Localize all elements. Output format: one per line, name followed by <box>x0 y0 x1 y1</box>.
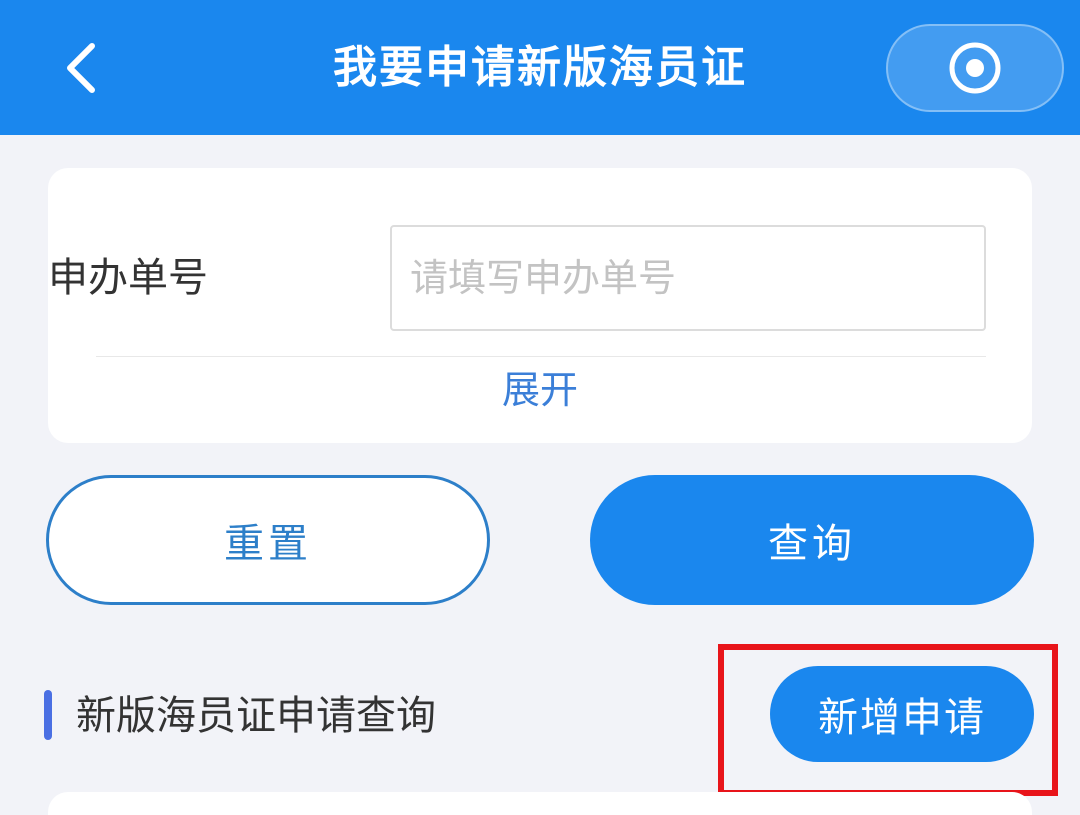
order-number-label: 申办单号 <box>48 255 208 301</box>
miniprogram-capsule-button[interactable] <box>886 24 1064 112</box>
page-title: 我要申请新版海员证 <box>333 42 747 93</box>
page: 我要申请新版海员证 申办单号 展开 重置 查询 新版海员证申请查询 新增申请 <box>0 0 1080 815</box>
results-card <box>48 792 1032 815</box>
reset-button[interactable]: 重置 <box>46 475 490 605</box>
section-title: 新版海员证申请查询 <box>76 693 436 739</box>
section-accent-bar <box>44 690 52 740</box>
expand-link[interactable]: 展开 <box>440 362 640 418</box>
order-number-input[interactable] <box>390 225 986 331</box>
form-divider <box>96 356 986 357</box>
chevron-left-icon <box>67 43 95 93</box>
new-application-button[interactable]: 新增申请 <box>770 666 1034 762</box>
top-header: 我要申请新版海员证 <box>0 0 1080 135</box>
back-button[interactable] <box>48 30 112 106</box>
query-button[interactable]: 查询 <box>590 475 1034 605</box>
record-circle-icon <box>949 42 1001 94</box>
